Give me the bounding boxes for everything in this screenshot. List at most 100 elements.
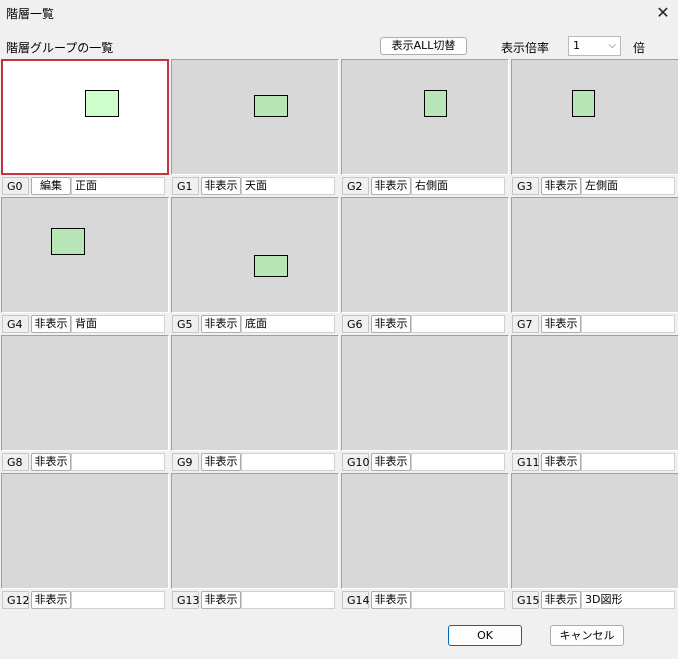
group-list-label: 階層グループの一覧 xyxy=(6,41,114,55)
group-id: G0 xyxy=(2,177,29,195)
close-icon[interactable]: ✕ xyxy=(652,2,674,24)
layer-preview-canvas[interactable] xyxy=(511,335,678,451)
group-control-bar: G3 非表示 左側面 xyxy=(511,176,678,196)
cancel-button[interactable]: キャンセル xyxy=(550,625,624,646)
group-cell: G2 非表示 右側面 xyxy=(341,59,509,197)
group-cell: G12 非表示 xyxy=(1,473,169,611)
layer-preview-canvas[interactable] xyxy=(171,197,339,313)
group-id: G5 xyxy=(172,315,199,333)
display-mode-button[interactable]: 非表示 xyxy=(201,591,241,609)
display-mode-button[interactable]: 非表示 xyxy=(31,453,71,471)
display-mode-button[interactable]: 非表示 xyxy=(201,177,241,195)
layer-preview-canvas[interactable] xyxy=(511,473,678,589)
group-cell: G14 非表示 xyxy=(341,473,509,611)
display-mode-button[interactable]: 非表示 xyxy=(201,453,241,471)
group-cell: G10 非表示 xyxy=(341,335,509,473)
layer-preview-canvas[interactable] xyxy=(511,197,678,313)
group-id: G3 xyxy=(512,177,539,195)
layer-shape xyxy=(51,228,85,255)
display-mode-button[interactable]: 非表示 xyxy=(541,315,581,333)
group-name-field[interactable] xyxy=(241,591,335,609)
group-id: G15 xyxy=(512,591,540,609)
zoom-value: 1 xyxy=(573,39,580,52)
group-id: G4 xyxy=(2,315,29,333)
zoom-unit-label: 倍 xyxy=(633,41,646,55)
group-control-bar: G14 非表示 xyxy=(341,590,509,610)
group-control-bar: G8 非表示 xyxy=(1,452,169,472)
display-mode-button[interactable]: 非表示 xyxy=(31,315,71,333)
display-mode-button[interactable]: 非表示 xyxy=(541,591,581,609)
group-name-field[interactable] xyxy=(411,453,505,471)
zoom-label: 表示倍率 xyxy=(501,41,550,55)
group-name-field[interactable]: 右側面 xyxy=(411,177,505,195)
group-id: G10 xyxy=(342,453,370,471)
layer-preview-canvas[interactable] xyxy=(341,59,509,175)
layer-shape xyxy=(572,90,595,117)
window-title: 階層一覧 xyxy=(6,7,55,21)
group-id: G12 xyxy=(2,591,30,609)
group-id: G14 xyxy=(342,591,370,609)
group-cell: G5 非表示 底面 xyxy=(171,197,339,335)
group-control-bar: G9 非表示 xyxy=(171,452,339,472)
group-name-field[interactable] xyxy=(71,453,165,471)
display-mode-button[interactable]: 非表示 xyxy=(371,177,411,195)
group-cell: G4 非表示 背面 xyxy=(1,197,169,335)
chevron-down-icon: ⌵ xyxy=(608,40,616,51)
layer-shape xyxy=(85,90,119,117)
group-control-bar: G12 非表示 xyxy=(1,590,169,610)
display-mode-button[interactable]: 非表示 xyxy=(371,591,411,609)
layer-preview-canvas[interactable] xyxy=(171,335,339,451)
group-cell: G8 非表示 xyxy=(1,335,169,473)
group-id: G6 xyxy=(342,315,369,333)
display-mode-button[interactable]: 非表示 xyxy=(371,453,411,471)
display-mode-button[interactable]: 非表示 xyxy=(541,453,581,471)
display-mode-button[interactable]: 非表示 xyxy=(371,315,411,333)
group-name-field[interactable]: 天面 xyxy=(241,177,335,195)
group-cell: G11 非表示 xyxy=(511,335,678,473)
ok-button[interactable]: OK xyxy=(448,625,522,646)
display-mode-button[interactable]: 非表示 xyxy=(31,591,71,609)
layer-preview-canvas[interactable] xyxy=(511,59,678,175)
group-name-field[interactable] xyxy=(411,315,505,333)
group-name-field[interactable] xyxy=(581,315,675,333)
layer-shape xyxy=(254,255,288,277)
group-cell: G15 非表示 3D図形 xyxy=(511,473,678,611)
layer-preview-canvas[interactable] xyxy=(341,197,509,313)
layer-preview-canvas[interactable] xyxy=(341,335,509,451)
group-name-field[interactable] xyxy=(411,591,505,609)
group-id: G1 xyxy=(172,177,199,195)
group-control-bar: G0 編集 正面 xyxy=(1,176,169,196)
group-id: G2 xyxy=(342,177,369,195)
group-cell: G3 非表示 左側面 xyxy=(511,59,678,197)
group-name-field[interactable]: 背面 xyxy=(71,315,165,333)
toggle-all-display-button[interactable]: 表示ALL切替 xyxy=(380,37,467,55)
group-name-field[interactable]: 左側面 xyxy=(581,177,675,195)
display-mode-button[interactable]: 非表示 xyxy=(541,177,581,195)
layer-preview-canvas[interactable] xyxy=(171,59,339,175)
group-name-field[interactable]: 正面 xyxy=(71,177,165,195)
display-mode-button[interactable]: 非表示 xyxy=(201,315,241,333)
group-name-field[interactable]: 3D図形 xyxy=(581,591,675,609)
group-name-field[interactable] xyxy=(71,591,165,609)
layer-group-grid: G0 編集 正面 G1 非表示 天面 G2 非表示 右側面 G3 非表示 左側面… xyxy=(0,59,678,613)
group-name-field[interactable] xyxy=(581,453,675,471)
group-name-field[interactable] xyxy=(241,453,335,471)
layer-preview-canvas[interactable] xyxy=(171,473,339,589)
display-mode-button[interactable]: 編集 xyxy=(31,177,71,195)
group-control-bar: G4 非表示 背面 xyxy=(1,314,169,334)
group-control-bar: G10 非表示 xyxy=(341,452,509,472)
group-cell: G0 編集 正面 xyxy=(1,59,169,197)
group-cell: G9 非表示 xyxy=(171,335,339,473)
group-control-bar: G5 非表示 底面 xyxy=(171,314,339,334)
group-id: G11 xyxy=(512,453,540,471)
layer-shape xyxy=(424,90,447,117)
group-name-field[interactable]: 底面 xyxy=(241,315,335,333)
layer-preview-canvas[interactable] xyxy=(1,197,169,313)
layer-preview-canvas[interactable] xyxy=(1,59,169,175)
layer-preview-canvas[interactable] xyxy=(1,473,169,589)
layer-preview-canvas[interactable] xyxy=(341,473,509,589)
group-control-bar: G13 非表示 xyxy=(171,590,339,610)
layer-preview-canvas[interactable] xyxy=(1,335,169,451)
group-id: G7 xyxy=(512,315,539,333)
zoom-select[interactable]: 1 ⌵ xyxy=(568,36,621,56)
